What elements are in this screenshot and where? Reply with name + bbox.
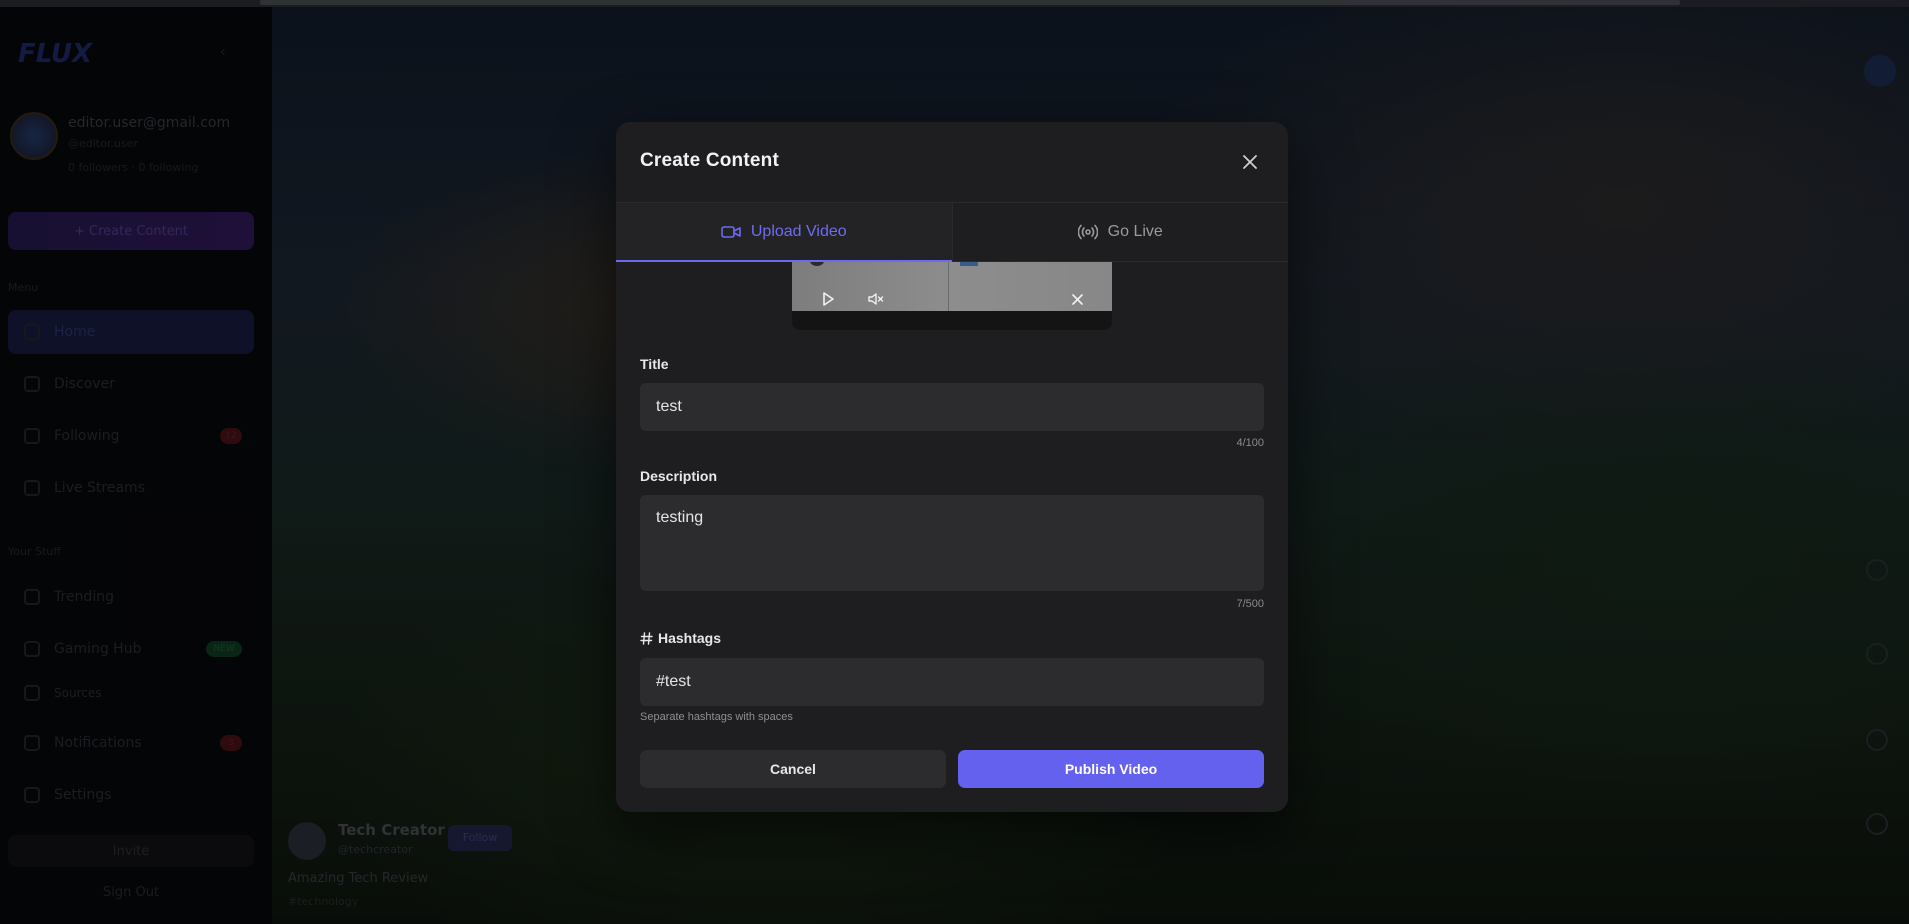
hashtags-hint: Separate hashtags with spaces: [640, 711, 793, 723]
content-type-tabs: Upload Video Go Live: [616, 202, 1288, 262]
title-label: Title: [640, 356, 669, 372]
description-char-counter: 7/500: [1236, 598, 1264, 610]
remove-video-button[interactable]: [1068, 290, 1086, 308]
title-char-counter: 4/100: [1236, 437, 1264, 449]
title-input[interactable]: test: [640, 383, 1264, 431]
volume-muted-icon: [868, 293, 884, 305]
video-divider: [948, 262, 949, 311]
description-label: Description: [640, 468, 718, 484]
create-content-modal: Create Content Upload Video Go Live Titl…: [616, 122, 1288, 812]
hashtags-label: Hashtags: [640, 630, 721, 646]
video-thumbnail-detail: [810, 262, 824, 266]
modal-header: Create Content: [616, 122, 1288, 202]
tab-upload-video[interactable]: Upload Video: [616, 203, 952, 262]
close-icon: [1071, 293, 1083, 305]
video-player[interactable]: [792, 262, 1112, 311]
tab-label: Upload Video: [750, 223, 847, 240]
publish-video-button[interactable]: Publish Video: [958, 750, 1264, 788]
close-button[interactable]: [1238, 150, 1262, 174]
video-thumbnail-detail: [960, 262, 978, 266]
mute-button[interactable]: [867, 290, 885, 308]
cancel-button[interactable]: Cancel: [640, 750, 946, 788]
hashtags-input[interactable]: #test: [640, 658, 1264, 706]
play-icon: [823, 292, 834, 306]
description-textarea[interactable]: testing: [640, 495, 1264, 591]
hash-icon: [640, 631, 653, 645]
close-icon: [1243, 155, 1257, 169]
video-camera-icon: [721, 226, 741, 238]
hashtags-label-text: Hashtags: [658, 630, 722, 646]
broadcast-icon: [1077, 224, 1098, 240]
tab-go-live[interactable]: Go Live: [951, 203, 1289, 261]
video-preview: [792, 262, 1112, 330]
play-button[interactable]: [819, 290, 837, 308]
tab-label: Go Live: [1107, 223, 1163, 240]
modal-title: Create Content: [640, 150, 779, 171]
